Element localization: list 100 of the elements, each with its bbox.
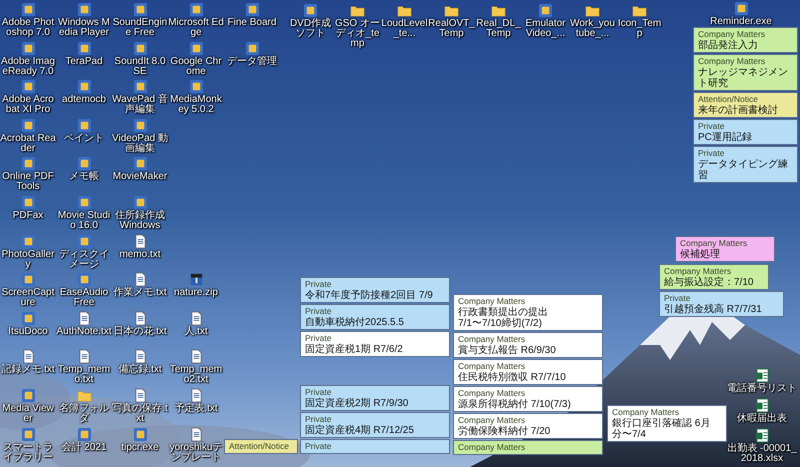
sticky-note[interactable]: Company Matters 賞与支払報告 R6/9/30 [453, 332, 603, 358]
sticky-note[interactable]: Company Matters 給与振込設定：7/10 [659, 264, 769, 290]
desktop-item[interactable]: Movie Studio 16.0 [56, 194, 112, 234]
desktop-item[interactable]: 人.txt [168, 310, 224, 350]
note-category: Private [305, 279, 332, 290]
note-category: Company Matters [458, 388, 526, 398]
note-category: Private [305, 306, 332, 316]
desktop-item[interactable]: データ管理 [224, 40, 280, 80]
sticky-note[interactable]: Company Matters [453, 440, 603, 455]
app-tile-icon [244, 40, 260, 56]
desktop-item[interactable]: RealOVT_Temp [428, 3, 475, 49]
desktop-item[interactable]: PDFax [0, 194, 56, 234]
sticky-note[interactable]: Attention/Notice 来年の計画書検討 [693, 92, 798, 118]
desktop-item[interactable]: Emulator Video_... [522, 3, 569, 49]
app-tile-icon [76, 118, 92, 133]
desktop-item[interactable]: 休暇届出表 [726, 398, 798, 424]
note-text: 銀行口座引落確認 6月分〜7/4 [612, 418, 712, 440]
desktop-item[interactable]: SoundEngine Free [112, 2, 168, 41]
app-tile-icon [76, 194, 92, 210]
desktop-item[interactable]: Work_youtube_... [569, 3, 616, 49]
document-icon [188, 310, 204, 326]
desktop-item[interactable]: Adobe Acrobat XI Pro [0, 79, 56, 118]
desktop-item[interactable]: 住所録作成 Windows [112, 194, 168, 234]
desktop-item[interactable]: MediaMonkey 5.0.2 [168, 79, 224, 118]
desktop-item[interactable]: Adobe ImageReady 7.0 [0, 40, 56, 80]
desktop-item[interactable]: 出勤表 -00001_2018.xlsx [726, 428, 798, 464]
desktop-item[interactable]: ItsuDoco [0, 310, 56, 350]
sticky-note[interactable]: Private データタイピング練習 [693, 146, 798, 183]
desktop-item[interactable]: Microsoft Edge [168, 2, 224, 41]
desktop-item[interactable]: Windows Media Player [56, 2, 112, 41]
desktop-item[interactable]: 電話番号リスト [726, 368, 798, 394]
desktop-item[interactable]: WavePad 音声編集 [112, 79, 168, 118]
note-category: Company Matters [680, 238, 748, 248]
app-tile-icon [20, 118, 36, 133]
desktop-item[interactable]: 作業メモ.txt [112, 272, 168, 311]
sticky-note[interactable]: Private PC運用記録 [693, 119, 798, 145]
note-text: 固定資産税2期 R7/9/30 [305, 398, 410, 409]
document-icon [132, 349, 148, 364]
note-text: 行政書類提出の提出 [458, 307, 549, 318]
note-text: 賞与支払報告 R6/9/30 [458, 345, 557, 356]
desktop-item[interactable]: Google Chrome [168, 40, 224, 80]
desktop-item[interactable]: Real_DL_Temp [475, 3, 522, 49]
sticky-note[interactable]: Attention/Notice [224, 439, 298, 454]
sticky-note[interactable]: Company Matters 源泉所得税納付 7/10(7/3) [453, 386, 603, 412]
sticky-note[interactable]: Company Matters 候補処理 [675, 236, 775, 262]
note-text: 固定資産税4期 R7/12/25 [305, 425, 415, 436]
sticky-note[interactable]: Private 自動車税納付2025.5.5 [300, 304, 450, 330]
desktop-item[interactable]: Online PDF Tools [0, 156, 56, 195]
note-category: Private [698, 121, 726, 132]
sticky-note[interactable]: Company Matters 労働保険料納付 7/20 [453, 413, 603, 439]
sticky-note[interactable]: Private [300, 439, 450, 454]
app-tile-icon [538, 3, 553, 18]
desktop-item[interactable]: MovieMaker [112, 156, 168, 195]
note-category: Private [305, 387, 332, 398]
desktop-item[interactable]: PhotoGallery [0, 234, 56, 272]
note-category: Company Matters [612, 407, 680, 418]
desktop-item[interactable]: ペイント [56, 118, 112, 156]
note-text: 来年の計画書検討 [698, 105, 779, 116]
desktop-item[interactable]: TeraPad [56, 40, 112, 80]
note-text: データタイピング練習 [698, 159, 789, 181]
desktop-item[interactable]: Icon_Temp [616, 3, 663, 49]
sticky-note[interactable]: Private 固定資産税2期 R7/9/30 [300, 385, 450, 411]
desktop-item[interactable]: メモ帳 [56, 156, 112, 195]
sticky-note[interactable]: Private 固定資産税4期 R7/12/25 [300, 412, 450, 438]
sticky-note[interactable]: Company Matters 住民税特別徴収 R7/7/10 [453, 359, 603, 385]
desktop-item[interactable]: SoundIt 8.0 SE [112, 40, 168, 80]
note-category: Private [664, 293, 692, 304]
sticky-note[interactable]: Private 引越預金残高 R7/7/31 [659, 291, 784, 317]
desktop-item[interactable]: Reminder.exe [705, 1, 777, 27]
note-text: 労働保険料納付 7/20 [458, 426, 552, 437]
app-tile-icon [20, 156, 36, 172]
note-category: Company Matters [698, 56, 766, 67]
sticky-note[interactable]: Company Matters 銀行口座引落確認 6月分〜7/4 [607, 405, 727, 442]
desktop-item[interactable]: 日本の花.txt [112, 310, 168, 350]
note-text: 給与振込設定：7/10 [664, 277, 754, 288]
sticky-note[interactable]: Private 令和7年度予防接種2回目 7/9 [300, 277, 450, 303]
desktop-item[interactable]: DVD作成ソフト [287, 3, 334, 49]
desktop-item[interactable]: nature.zip [168, 272, 224, 311]
desktop-item[interactable]: Acrobat Reader [0, 118, 56, 156]
note-text: 7/1〜7/10締切(7/2) [458, 318, 543, 329]
app-tile-icon [76, 272, 92, 288]
desktop-item[interactable]: VideoPad 動画編集 [112, 118, 168, 156]
note-category: Company Matters [458, 361, 526, 372]
desktop-item[interactable]: memo.txt [112, 234, 168, 272]
document-icon [20, 349, 36, 364]
desktop-item[interactable]: ディスクイメージ [56, 234, 112, 272]
sticky-note[interactable]: Company Matters ナレッジマネジメント研究 [693, 54, 798, 91]
desktop-item[interactable]: Fine Board [224, 2, 280, 41]
desktop-item[interactable]: LoudLevel_te... [381, 3, 428, 49]
desktop-item[interactable]: GSO オーディオ_temp [334, 3, 381, 49]
desktop-item[interactable]: Adobe Photoshop 7.0 [0, 2, 56, 41]
desktop-item[interactable]: adtemocb [56, 79, 112, 118]
app-tile-icon [132, 156, 148, 172]
sticky-note[interactable]: Company Matters 行政書類提出の提出 7/1〜7/10締切(7/2) [453, 294, 603, 331]
desktop-item[interactable]: AuthNote.txt [56, 310, 112, 350]
note-text: 自動車税納付2025.5.5 [305, 317, 405, 328]
sticky-note[interactable]: Private 固定資産税1期 R7/6/2 [300, 331, 450, 357]
sticky-note[interactable]: Company Matters 部品発注入力 [693, 27, 798, 53]
desktop-item[interactable]: EaseAudio Free [56, 272, 112, 311]
desktop-item[interactable]: ScreenCapture [0, 272, 56, 311]
